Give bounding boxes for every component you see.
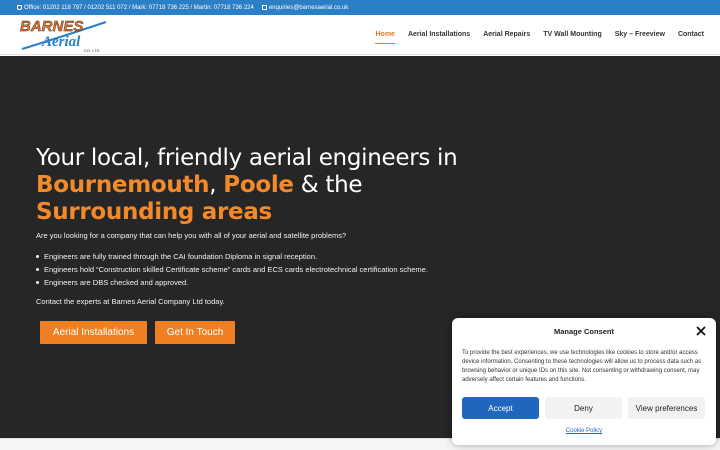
cookie-consent-dialog: Manage Consent To provide the best exper… xyxy=(452,318,716,445)
get-in-touch-button[interactable]: Get In Touch xyxy=(155,321,235,344)
cookie-policy-link[interactable]: Cookie Policy xyxy=(452,428,716,434)
heading-surrounding: Surrounding areas xyxy=(36,199,272,225)
heading-bournemouth: Bournemouth xyxy=(36,172,210,198)
view-preferences-button[interactable]: View preferences xyxy=(628,397,705,419)
top-contact-bar: Office: 01202 118 797 / 01202 511 072 / … xyxy=(0,0,720,15)
logo-text-coltd: CO. LTD xyxy=(84,48,100,53)
list-item: Engineers are DBS checked and approved. xyxy=(36,276,428,289)
aerial-installations-button[interactable]: Aerial Installations xyxy=(40,321,147,344)
email-address: enquiries@barnesaerial.co.uk xyxy=(268,4,349,11)
logo-text-aerial: Aerial xyxy=(41,34,81,50)
hero-heading: Your local, friendly aerial engineers in… xyxy=(36,145,506,226)
heading-and-the: & the xyxy=(293,172,363,198)
consent-title: Manage Consent xyxy=(553,327,614,336)
nav-aerial-installations[interactable]: Aerial Installations xyxy=(408,15,470,55)
consent-text: To provide the best experiences, we use … xyxy=(462,350,702,383)
phone-contact[interactable]: Office: 01202 118 797 / 01202 511 072 / … xyxy=(17,5,254,11)
list-item: Engineers hold “Construction skilled Cer… xyxy=(36,263,428,276)
nav-contact[interactable]: Contact xyxy=(678,15,704,55)
accept-button[interactable]: Accept xyxy=(462,397,539,419)
nav-aerial-repairs[interactable]: Aerial Repairs xyxy=(483,15,530,55)
heading-text: Your local, friendly aerial engineers in xyxy=(36,145,458,171)
nav-tv-wall-mounting[interactable]: TV Wall Mounting xyxy=(543,15,601,55)
hero-intro: Are you looking for a company that can h… xyxy=(36,231,347,240)
heading-poole: Poole xyxy=(223,172,294,198)
nav-sky-freeview[interactable]: Sky – Freeview xyxy=(615,15,665,55)
hero-contact-line: Contact the experts at Barnes Aerial Com… xyxy=(36,297,225,306)
envelope-icon xyxy=(261,5,267,10)
phone-numbers: Office: 01202 118 797 / 01202 511 072 / … xyxy=(24,4,254,11)
hero-bullet-list: Engineers are fully trained through the … xyxy=(36,250,428,289)
barnes-aerial-logo[interactable]: BARNES Aerial CO. LTD xyxy=(18,16,110,54)
heading-comma: , xyxy=(209,172,224,198)
logo-text-barnes: BARNES xyxy=(20,18,83,35)
main-nav: Home Aerial Installations Aerial Repairs… xyxy=(362,15,704,55)
deny-button[interactable]: Deny xyxy=(545,397,622,419)
email-contact[interactable]: enquiries@barnesaerial.co.uk xyxy=(261,4,349,11)
list-item: Engineers are fully trained through the … xyxy=(36,250,428,263)
close-icon[interactable] xyxy=(696,326,706,336)
nav-home[interactable]: Home xyxy=(375,15,396,55)
site-header: BARNES Aerial CO. LTD Home Aerial Instal… xyxy=(0,15,720,55)
phone-icon xyxy=(17,5,22,10)
